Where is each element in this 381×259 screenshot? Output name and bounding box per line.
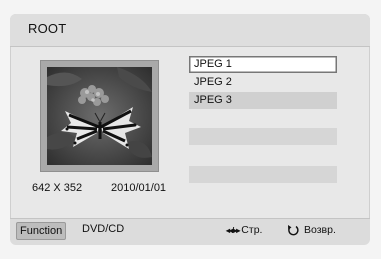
file-item-label: JPEG 1 (194, 58, 232, 70)
file-item-label: JPEG 2 (194, 76, 232, 88)
header-bar: ROOT (10, 14, 370, 47)
page-arrows-icon: ◂◂/▸▸ (226, 225, 240, 235)
image-date: 2010/01/01 (111, 182, 167, 194)
folder-title: ROOT (28, 21, 67, 36)
page-label: Стр. (241, 224, 263, 236)
butterfly-photo-thumbnail (47, 67, 152, 165)
file-item-jpeg-3[interactable]: JPEG 3 (189, 92, 337, 109)
image-resolution: 642 X 352 (32, 182, 83, 194)
return-arrow-icon (288, 225, 299, 236)
back-hint[interactable]: Возвр. (286, 224, 336, 236)
file-browser-screen: ROOT 642 X 352 2010/01/01 JPEG 1 JPEG 2 … (0, 0, 381, 259)
file-item-jpeg-2[interactable]: JPEG 2 (189, 74, 337, 91)
file-item-label: JPEG 3 (194, 94, 232, 106)
function-button[interactable]: Function (16, 222, 67, 240)
file-item-jpeg-1[interactable]: JPEG 1 (189, 56, 337, 73)
source-label: DVD/CD (82, 223, 125, 235)
page-hint[interactable]: ◂◂/▸▸ Стр. (226, 224, 262, 236)
empty-list-slot (189, 166, 337, 183)
back-label: Возвр. (304, 224, 336, 236)
empty-list-slot (189, 128, 337, 145)
